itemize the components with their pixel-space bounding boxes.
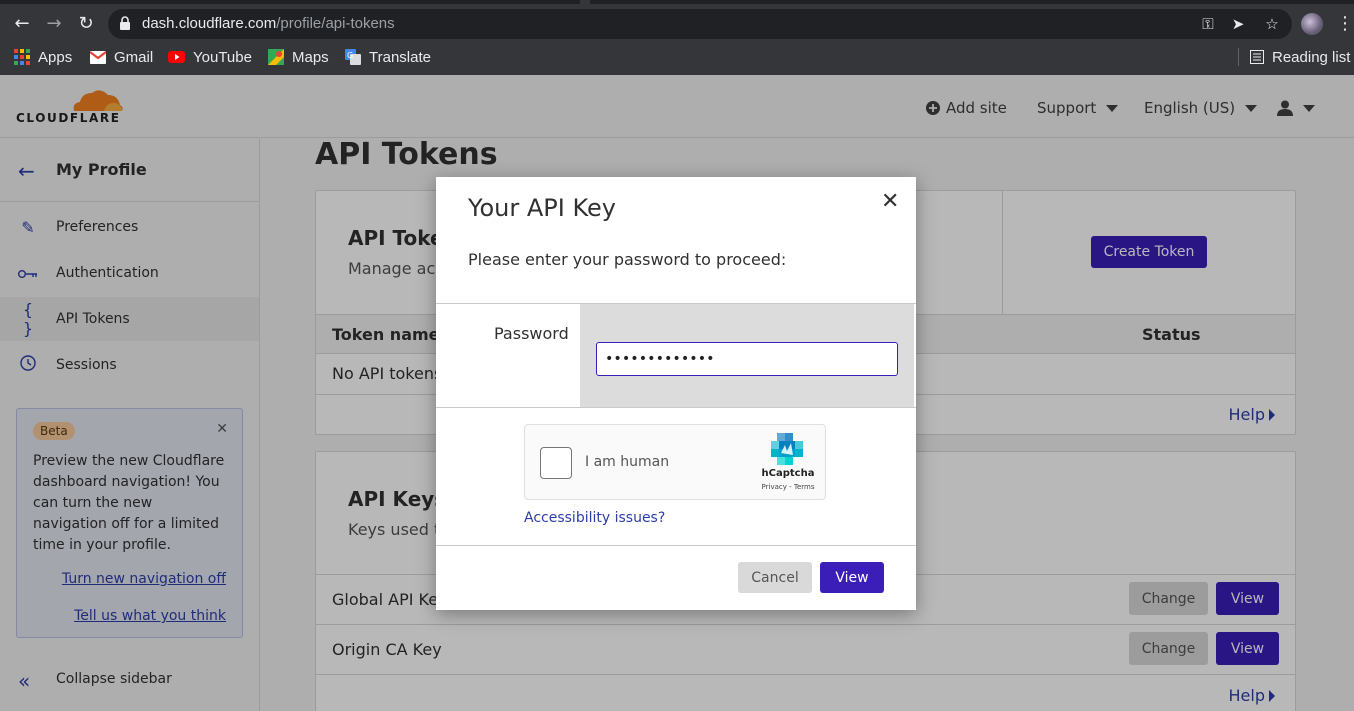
api-key-modal: Your API Key ✕ Please enter your passwor… xyxy=(436,177,916,610)
reload-icon[interactable]: ↻ xyxy=(74,12,98,36)
back-icon[interactable]: ← xyxy=(10,12,34,36)
password-label: Password xyxy=(494,324,569,343)
browser-menu-icon[interactable]: ⋮ xyxy=(1336,12,1354,36)
password-row: Password ••••••••••••• xyxy=(436,303,916,408)
hcaptcha-brand: hCaptcha xyxy=(761,468,815,479)
svg-text:G: G xyxy=(347,51,353,60)
address-bar[interactable]: dash.cloudflare.com/profile/api-tokens ⚿… xyxy=(108,9,1292,39)
forward-icon[interactable]: → xyxy=(42,12,66,36)
gmail-icon xyxy=(90,50,106,64)
lock-icon xyxy=(120,16,130,30)
url-text: dash.cloudflare.com/profile/api-tokens xyxy=(142,15,395,32)
human-checkbox[interactable] xyxy=(540,447,572,479)
close-icon[interactable]: ✕ xyxy=(881,191,899,213)
reading-list-label: Reading list xyxy=(1272,48,1351,66)
bookmark-youtube[interactable]: YouTube xyxy=(168,45,252,69)
bookmark-label: Maps xyxy=(292,48,329,66)
bookmark-maps[interactable]: Maps xyxy=(268,45,329,69)
reading-list-icon xyxy=(1250,50,1264,64)
reading-list-button[interactable]: Reading list xyxy=(1250,45,1350,69)
password-input[interactable]: ••••••••••••• xyxy=(596,342,898,376)
bookmarks-divider xyxy=(1238,48,1239,66)
apps-grid-icon xyxy=(14,49,30,65)
bookmark-translate[interactable]: G Translate xyxy=(345,45,431,69)
captcha-label: I am human xyxy=(585,454,670,470)
accessibility-issues-link[interactable]: Accessibility issues? xyxy=(524,510,665,526)
tab-strip xyxy=(0,0,580,4)
bookmark-apps[interactable]: Apps xyxy=(14,45,72,69)
bookmark-gmail[interactable]: Gmail xyxy=(90,45,153,69)
bookmark-star-icon[interactable]: ☆ xyxy=(1262,14,1282,34)
hcaptcha-privacy-terms[interactable]: Privacy - Terms xyxy=(753,483,823,491)
profile-avatar[interactable] xyxy=(1301,13,1323,35)
key-icon[interactable]: ⚿ xyxy=(1198,14,1218,34)
modal-title: Your API Key xyxy=(468,194,616,222)
maps-icon xyxy=(268,49,284,65)
password-field-container: ••••••••••••• xyxy=(580,304,914,407)
modal-footer-divider xyxy=(436,545,916,546)
bookmarks-bar: Apps Gmail YouTube Maps G Translate Read… xyxy=(0,45,1354,69)
modal-description: Please enter your password to proceed: xyxy=(468,250,787,269)
send-icon[interactable]: ➤ xyxy=(1228,14,1248,34)
tab-strip xyxy=(590,0,1354,4)
translate-icon: G xyxy=(345,49,361,65)
cancel-button[interactable]: Cancel xyxy=(738,562,812,593)
bookmark-label: Gmail xyxy=(114,48,154,66)
bookmark-label: Apps xyxy=(38,48,73,66)
browser-chrome: ← → ↻ dash.cloudflare.com/profile/api-to… xyxy=(0,0,1354,75)
bookmark-label: YouTube xyxy=(193,48,252,66)
hcaptcha-widget: I am human hCaptcha Privacy - Terms xyxy=(524,424,826,500)
hcaptcha-logo-icon xyxy=(771,433,803,465)
youtube-icon xyxy=(168,51,185,63)
view-button[interactable]: View xyxy=(820,562,884,593)
bookmark-label: Translate xyxy=(369,48,431,66)
